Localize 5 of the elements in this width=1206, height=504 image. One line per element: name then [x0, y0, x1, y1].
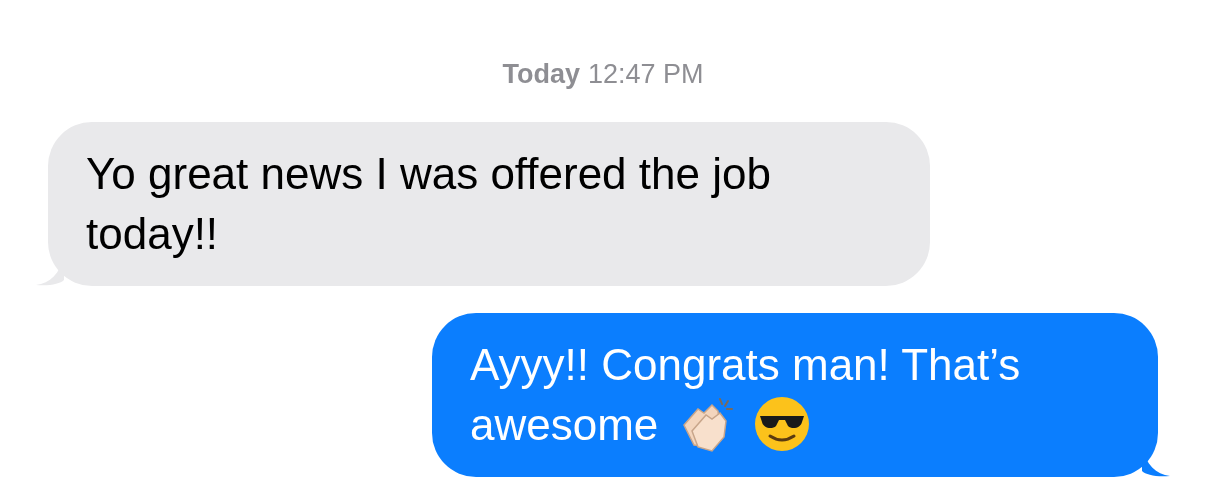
timestamp-time: 12:47 PM	[587, 57, 704, 91]
sent-message-bubble: Ayyy!! Congrats man! That’s awesome	[432, 313, 1158, 477]
sunglasses-face-icon	[754, 396, 811, 453]
received-message-bubble: Yo great news I was offered the job today!!	[48, 122, 930, 286]
timestamp-day: Today	[502, 53, 580, 95]
